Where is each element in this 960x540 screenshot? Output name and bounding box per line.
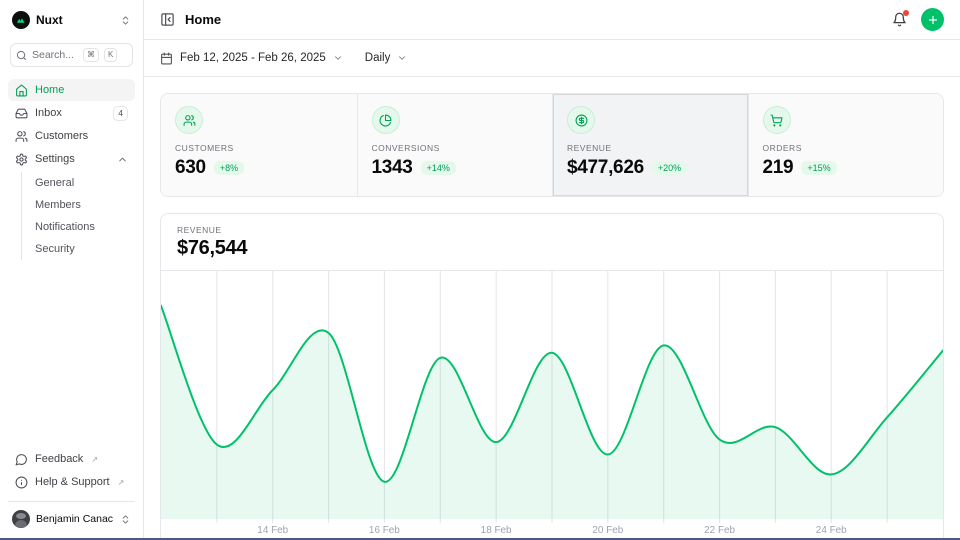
home-icon	[15, 84, 28, 97]
chevron-up-icon	[117, 154, 128, 165]
shopping-cart-icon	[763, 106, 791, 134]
stat-value: 1343	[372, 157, 413, 179]
external-link-icon: ↗	[118, 478, 125, 487]
gear-icon	[15, 153, 28, 166]
user-menu[interactable]: Benjamin Canac	[8, 501, 135, 530]
search-field[interactable]	[32, 49, 78, 61]
sidebar-item-security[interactable]: Security	[22, 238, 135, 260]
sidebar-footer: Feedback ↗ Help & Support ↗ Benjamin Canac	[8, 448, 135, 530]
message-circle-icon	[15, 453, 28, 466]
svg-text:16 Feb: 16 Feb	[369, 525, 400, 536]
stat-value: 630	[175, 157, 206, 179]
external-link-icon: ↗	[91, 455, 98, 464]
feedback-label: Feedback	[35, 453, 83, 465]
page-title: Home	[185, 12, 221, 27]
circle-dollar-icon	[567, 106, 595, 134]
stat-value: $477,626	[567, 157, 644, 179]
stat-change-badge: +8%	[214, 161, 244, 175]
stat-card-conversions[interactable]: CONVERSIONS 1343 +14%	[357, 94, 553, 196]
sidebar-nav: Home Inbox 4 Customers Settings	[8, 79, 135, 261]
sidebar-item-customers[interactable]: Customers	[8, 125, 135, 147]
info-circle-icon	[15, 476, 28, 489]
period-value: Daily	[365, 52, 391, 64]
nuxt-logo-icon	[12, 11, 30, 29]
sidebar-item-members[interactable]: Members	[22, 194, 135, 216]
filter-toolbar: Feb 12, 2025 - Feb 26, 2025 Daily	[144, 40, 960, 77]
main-area: Home Feb 12, 2025 - Feb 26, 2025	[144, 0, 960, 540]
header-actions	[892, 8, 944, 31]
stat-card-revenue[interactable]: REVENUE $477,626 +20%	[552, 94, 748, 196]
chart-title: REVENUE	[177, 225, 927, 235]
date-range-value: Feb 12, 2025 - Feb 26, 2025	[180, 52, 326, 64]
chart-header: REVENUE $76,544	[161, 214, 943, 271]
svg-text:20 Feb: 20 Feb	[592, 525, 623, 536]
settings-subnav: General Members Notifications Security	[21, 172, 135, 260]
notification-dot	[903, 10, 909, 16]
sidebar-item-settings[interactable]: Settings	[8, 148, 135, 170]
avatar	[12, 510, 30, 528]
users-icon	[15, 130, 28, 143]
feedback-link[interactable]: Feedback ↗	[8, 448, 135, 470]
sidebar-item-label: Settings	[35, 153, 75, 165]
svg-text:14 Feb: 14 Feb	[257, 525, 288, 536]
svg-text:18 Feb: 18 Feb	[481, 525, 512, 536]
chevron-down-icon	[333, 53, 343, 63]
sidebar-item-notifications[interactable]: Notifications	[22, 216, 135, 238]
plus-icon	[927, 14, 939, 26]
sidebar: Nuxt ⌘ K Home Inbo	[0, 0, 144, 540]
chevrons-up-down-icon	[120, 514, 131, 525]
chart-current-value: $76,544	[177, 237, 927, 260]
collapse-sidebar-button[interactable]	[160, 12, 175, 27]
sidebar-item-label: Customers	[35, 130, 88, 142]
stat-label: CUSTOMERS	[175, 143, 343, 153]
kbd-k: K	[104, 48, 117, 62]
notifications-button[interactable]	[892, 12, 907, 27]
stat-label: ORDERS	[763, 143, 930, 153]
svg-text:24 Feb: 24 Feb	[816, 525, 847, 536]
revenue-chart-card: REVENUE $76,544 14 Feb 16 Feb 18 Feb 20 Feb…	[160, 213, 944, 540]
app-window: Nuxt ⌘ K Home Inbo	[0, 0, 960, 540]
period-select[interactable]: Daily	[365, 52, 408, 64]
stat-label: CONVERSIONS	[372, 143, 539, 153]
workspace-name: Nuxt	[36, 13, 114, 27]
date-range-picker[interactable]: Feb 12, 2025 - Feb 26, 2025	[160, 52, 343, 65]
stat-card-orders[interactable]: ORDERS 219 +15%	[748, 94, 944, 196]
chevron-down-icon	[397, 53, 407, 63]
kbd-cmd: ⌘	[83, 48, 99, 62]
sidebar-item-general[interactable]: General	[22, 172, 135, 194]
dashboard-content: CUSTOMERS 630 +8% CONVERSIONS 1343 +14%	[144, 77, 960, 540]
svg-text:22 Feb: 22 Feb	[704, 525, 735, 536]
help-support-label: Help & Support	[35, 476, 110, 488]
sidebar-item-label: Home	[35, 84, 64, 96]
calendar-icon	[160, 52, 173, 65]
pie-chart-icon	[372, 106, 400, 134]
inbox-icon	[15, 107, 28, 120]
sidebar-item-home[interactable]: Home	[8, 79, 135, 101]
stat-value: 219	[763, 157, 794, 179]
users-icon	[175, 106, 203, 134]
user-name: Benjamin Canac	[36, 513, 114, 525]
sidebar-item-label: Inbox	[35, 107, 62, 119]
workspace-switcher[interactable]: Nuxt	[8, 8, 135, 32]
inbox-count-badge: 4	[113, 106, 128, 121]
search-icon	[16, 50, 27, 61]
stats-row: CUSTOMERS 630 +8% CONVERSIONS 1343 +14%	[160, 93, 944, 197]
help-support-link[interactable]: Help & Support ↗	[8, 471, 135, 493]
main-header: Home	[144, 0, 960, 40]
stat-card-customers[interactable]: CUSTOMERS 630 +8%	[161, 94, 357, 196]
add-button[interactable]	[921, 8, 944, 31]
stat-change-badge: +15%	[801, 161, 836, 175]
stat-change-badge: +14%	[421, 161, 456, 175]
chevrons-up-down-icon	[120, 15, 131, 26]
search-input[interactable]: ⌘ K	[10, 43, 133, 67]
stat-change-badge: +20%	[652, 161, 687, 175]
revenue-chart[interactable]: 14 Feb 16 Feb 18 Feb 20 Feb 22 Feb 24 Feb	[161, 271, 943, 539]
sidebar-item-inbox[interactable]: Inbox 4	[8, 102, 135, 124]
stat-label: REVENUE	[567, 143, 734, 153]
